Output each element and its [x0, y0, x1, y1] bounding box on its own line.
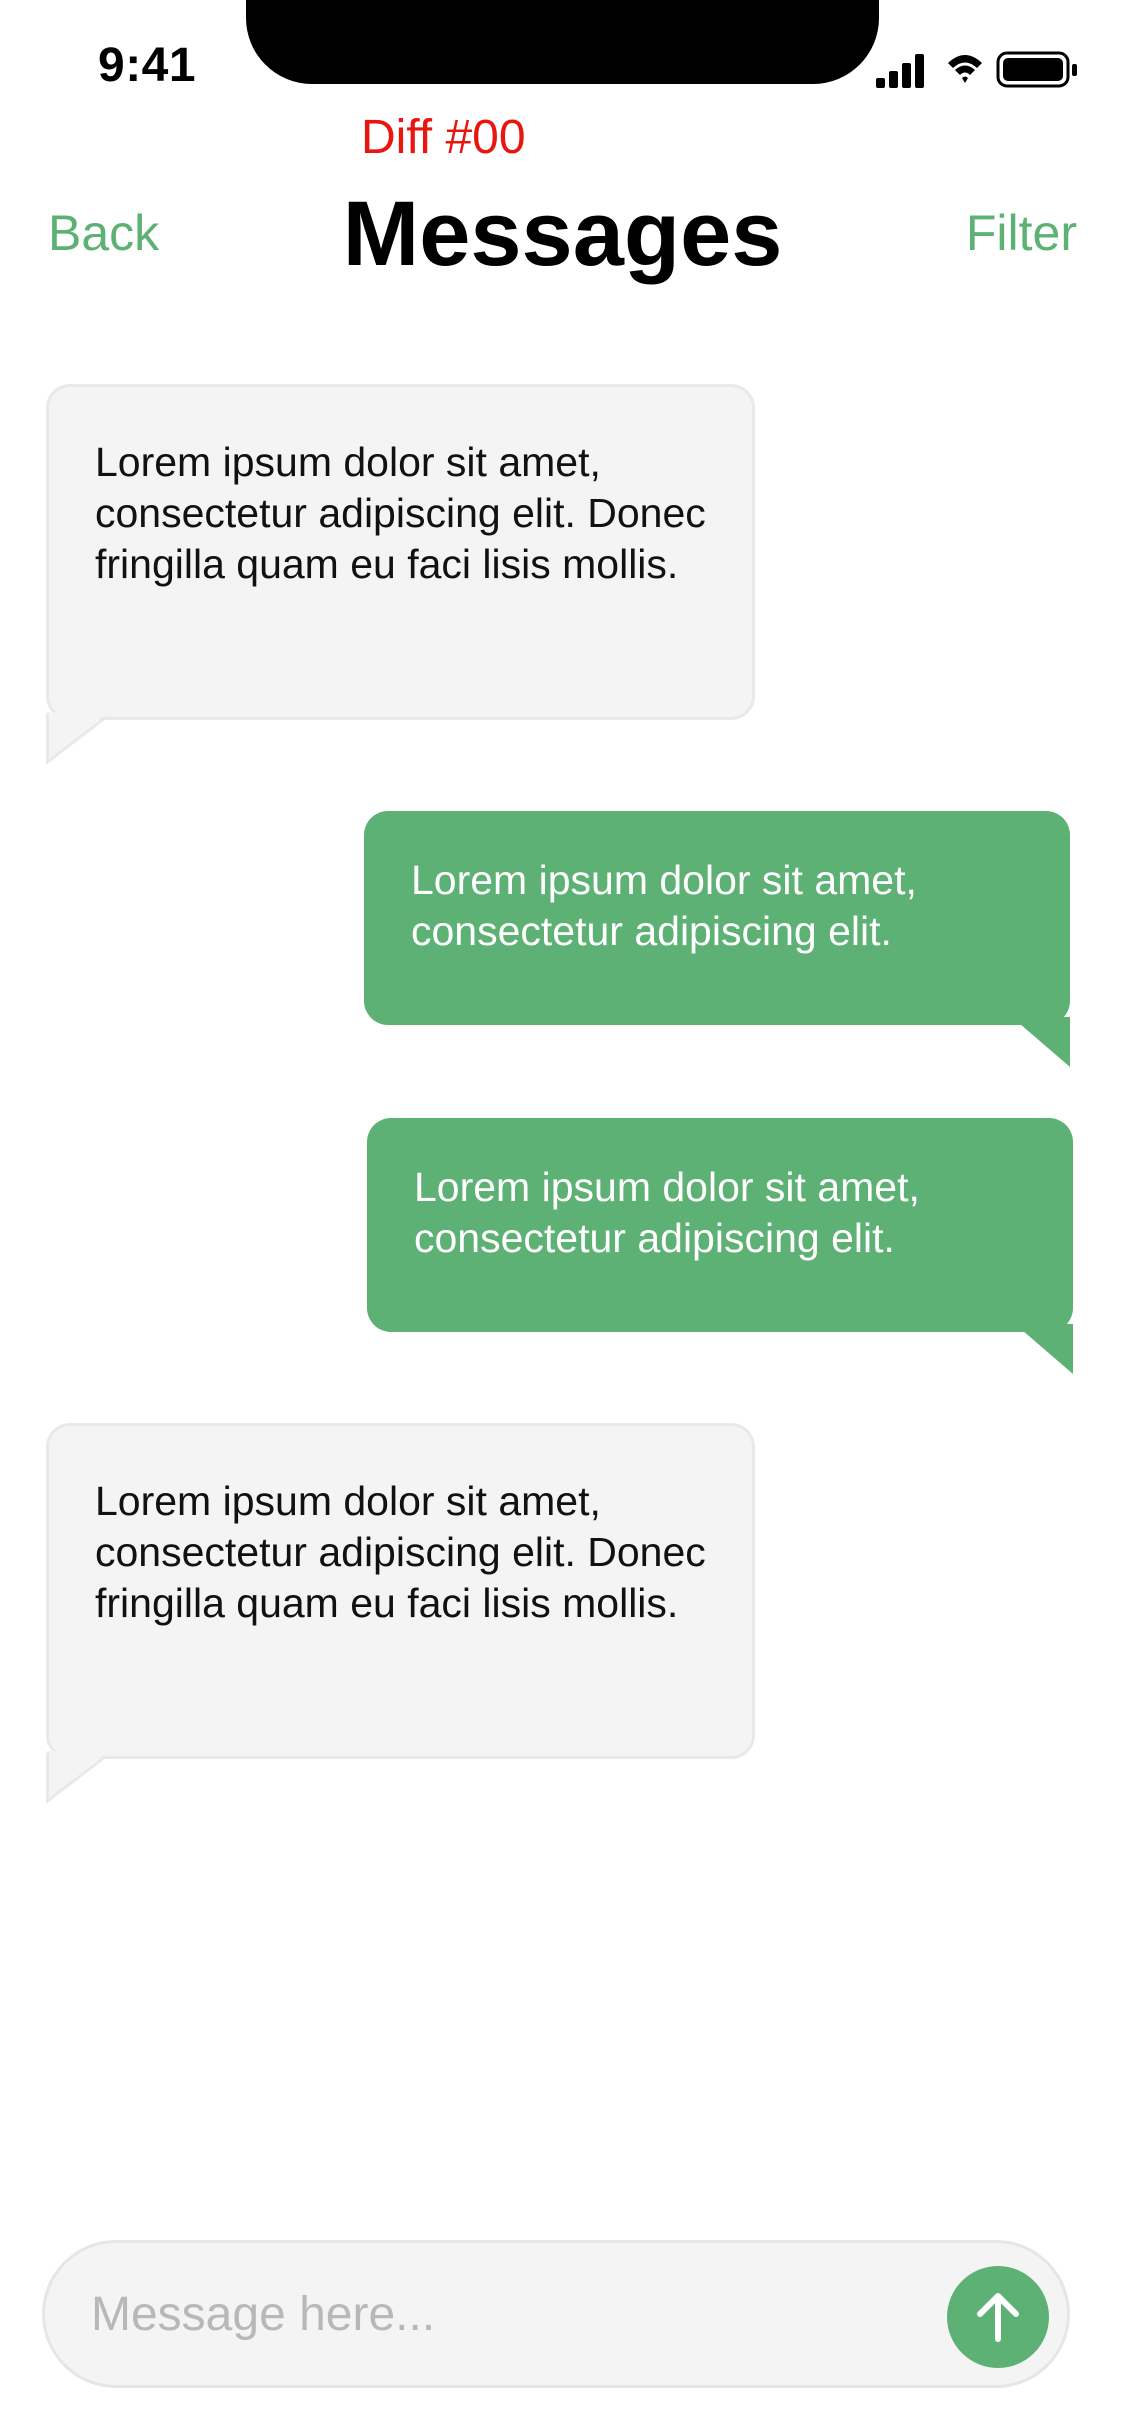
- message-input[interactable]: [91, 2279, 931, 2349]
- outgoing-bubble-tail: [1012, 1017, 1070, 1067]
- diff-label: Diff #00: [361, 111, 526, 164]
- cellular-signal-icon: [876, 54, 924, 88]
- message-text: Lorem ipsum dolor sit amet, consectetur …: [411, 857, 917, 954]
- status-bar-time: 9:41: [98, 39, 197, 92]
- device-notch: [246, 0, 879, 84]
- incoming-bubble-tail: [46, 1751, 107, 1805]
- message-text: Lorem ipsum dolor sit amet, consectetur …: [95, 1478, 706, 1626]
- battery-icon: [996, 51, 1077, 88]
- outgoing-message-bubble[interactable]: Lorem ipsum dolor sit amet, consectetur …: [367, 1118, 1073, 1332]
- outgoing-message-bubble[interactable]: Lorem ipsum dolor sit amet, consectetur …: [364, 811, 1070, 1025]
- outgoing-bubble-tail: [1015, 1324, 1073, 1374]
- incoming-message-bubble[interactable]: Lorem ipsum dolor sit amet, consectetur …: [46, 384, 755, 720]
- arrow-up-icon: [977, 2293, 1019, 2342]
- message-text: Lorem ipsum dolor sit amet, consectetur …: [414, 1164, 920, 1261]
- status-bar-icons: [876, 50, 1086, 90]
- incoming-bubble-tail: [46, 712, 107, 766]
- filter-button[interactable]: Filter: [966, 204, 1077, 262]
- incoming-message-bubble[interactable]: Lorem ipsum dolor sit amet, consectetur …: [46, 1423, 755, 1759]
- message-composer: [42, 2240, 1070, 2388]
- wifi-icon: [948, 55, 982, 83]
- send-button[interactable]: [947, 2266, 1049, 2368]
- page-title: Messages: [342, 183, 783, 285]
- message-text: Lorem ipsum dolor sit amet, consectetur …: [95, 439, 706, 587]
